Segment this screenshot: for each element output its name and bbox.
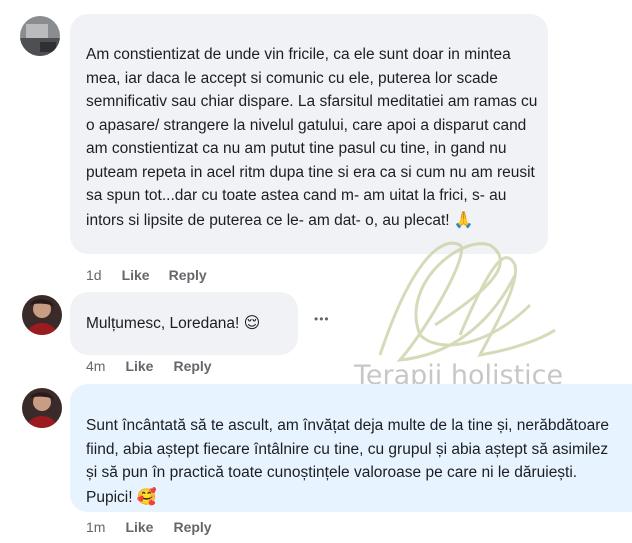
avatar-image	[22, 295, 62, 335]
avatar-image	[20, 16, 60, 56]
comment-text: Mulțumesc, Loredana! 😌	[86, 313, 261, 332]
folded-hands-emoji: 🙏	[453, 209, 474, 229]
comment-text: Sunt încântată să te ascult, am învățat …	[86, 417, 610, 506]
smiling-face-with-hearts-emoji: 🥰	[136, 486, 157, 506]
comment-bubble: Am constientizat de unde vin fricile, ca…	[70, 14, 548, 254]
like-button[interactable]: Like	[122, 267, 150, 283]
avatar[interactable]	[22, 388, 62, 428]
comment-bubble: Mulțumesc, Loredana! 😌	[70, 292, 298, 355]
reply-button[interactable]: Reply	[173, 519, 211, 535]
timestamp[interactable]: 1m	[86, 519, 105, 535]
relieved-face-emoji: 😌	[243, 313, 261, 332]
avatar[interactable]	[20, 16, 60, 56]
comment-bubble: Sunt încântată să te ascult, am învățat …	[70, 384, 632, 512]
timestamp[interactable]: 4m	[86, 358, 105, 374]
reply-button[interactable]: Reply	[173, 358, 211, 374]
comment-actions: 4m Like Reply	[86, 358, 212, 374]
more-options-icon[interactable]: •••	[314, 312, 330, 326]
comment-text: Am constientizat de unde vin fricile, ca…	[86, 46, 538, 229]
avatar[interactable]	[22, 295, 62, 335]
like-button[interactable]: Like	[125, 358, 153, 374]
like-button[interactable]: Like	[125, 519, 153, 535]
avatar-image	[22, 388, 62, 428]
reply-button[interactable]: Reply	[169, 267, 207, 283]
timestamp[interactable]: 1d	[86, 267, 102, 283]
comment-actions: 1m Like Reply	[86, 519, 212, 535]
comment-actions: 1d Like Reply	[86, 267, 207, 283]
